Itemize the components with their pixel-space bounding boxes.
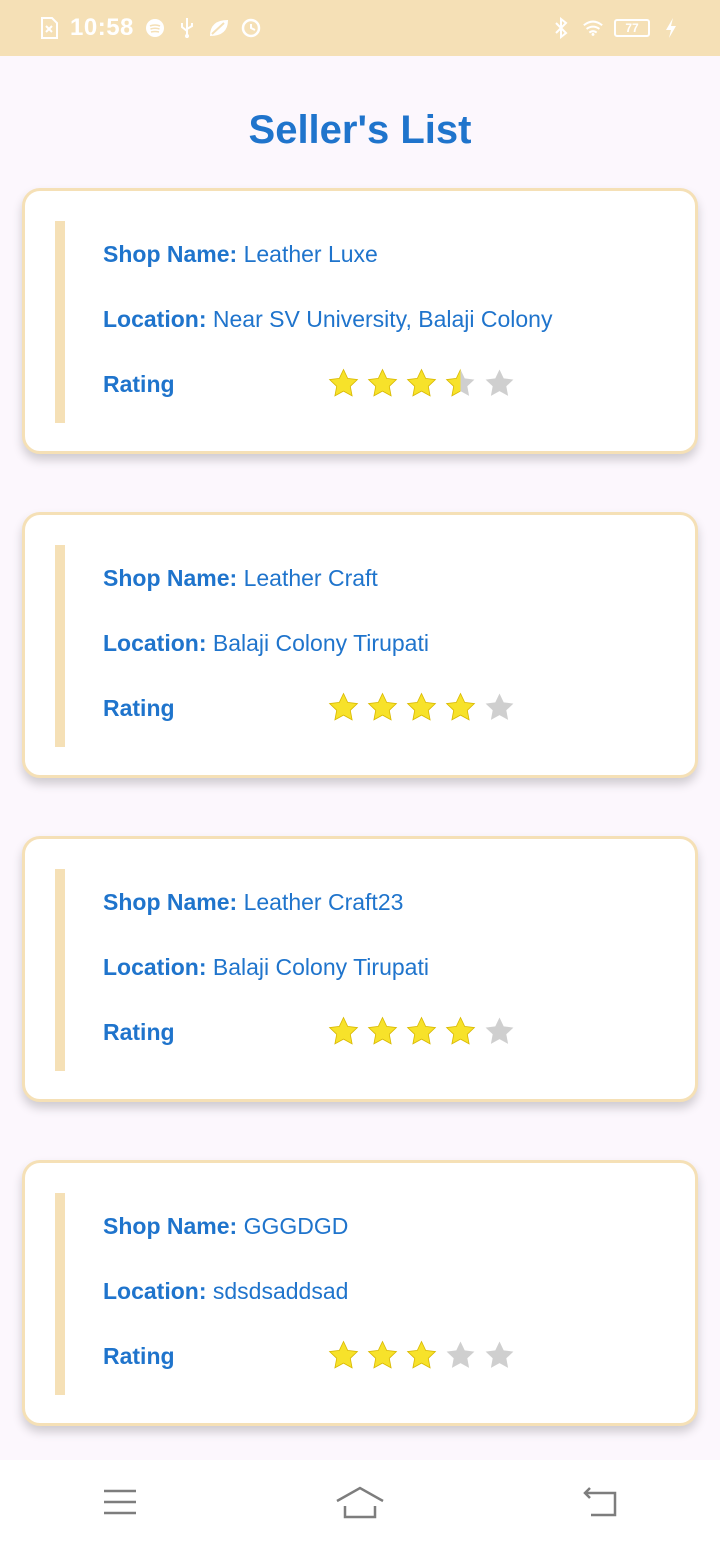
- home-icon: [336, 1486, 384, 1519]
- navigation-bar: [0, 1460, 720, 1544]
- location: Location: sdsdsaddsad: [103, 1278, 348, 1305]
- location-value: sdsdsaddsad: [212, 1278, 349, 1304]
- location-label: Location:: [103, 954, 207, 980]
- shop-name-value: Leather Luxe: [243, 241, 378, 267]
- page-title: Seller's List: [248, 108, 472, 152]
- usb-icon: [176, 17, 198, 39]
- wifi-icon: [582, 17, 604, 39]
- seller-card[interactable]: Shop Name: Leather Craft23 Location: Bala…: [22, 836, 698, 1102]
- no-sim-icon: [38, 17, 60, 39]
- star-icon: [366, 1015, 399, 1048]
- seller-card-content: Shop Name: Leather Luxe Location: Near SV…: [55, 221, 655, 423]
- shop-name: Shop Name: GGGDGD: [103, 1213, 348, 1240]
- shop-name-label: Shop Name:: [103, 1213, 238, 1239]
- menu-button[interactable]: [90, 1477, 150, 1527]
- rating: Rating: [103, 371, 175, 398]
- seller-card[interactable]: Shop Name: Leather Luxe Location: Near SV…: [22, 188, 698, 454]
- shop-name: Shop Name: Leather Luxe: [103, 241, 378, 268]
- charging-icon: [660, 17, 682, 39]
- rating: Rating: [103, 695, 175, 722]
- rating-stars: [327, 691, 516, 724]
- seller-card-content: Shop Name: Leather Craft23 Location: Bala…: [55, 869, 655, 1071]
- star-icon: [327, 1015, 360, 1048]
- location-label: Location:: [103, 1278, 207, 1304]
- star-icon: [405, 1015, 438, 1048]
- star-icon: [483, 1339, 516, 1372]
- star-icon: [444, 691, 477, 724]
- location-label: Location:: [103, 630, 207, 656]
- back-button[interactable]: [570, 1477, 630, 1527]
- star-icon: [483, 691, 516, 724]
- location-value: Balaji Colony Tirupati: [212, 630, 429, 656]
- shop-name: Shop Name: Leather Craft: [103, 565, 378, 592]
- shop-name-value: GGGDGD: [243, 1213, 349, 1239]
- star-icon: [366, 691, 399, 724]
- bluetooth-icon: [550, 17, 572, 39]
- location-label: Location:: [103, 306, 207, 332]
- star-icon: [405, 691, 438, 724]
- shop-name: Shop Name: Leather Craft23: [103, 889, 403, 916]
- rating-label: Rating: [103, 1019, 175, 1045]
- rating-stars: [327, 367, 516, 400]
- location-value: Near SV University, Balaji Colony: [212, 306, 553, 332]
- shop-name-label: Shop Name:: [103, 241, 238, 267]
- star-icon: [327, 691, 360, 724]
- location: Location: Balaji Colony Tirupati: [103, 954, 429, 981]
- status-time: 10:58: [70, 14, 134, 41]
- leaf-icon: [208, 17, 230, 39]
- shop-name-value: Leather Craft23: [243, 889, 404, 915]
- spotify-icon: [144, 17, 166, 39]
- shop-name-label: Shop Name:: [103, 565, 238, 591]
- rating-label: Rating: [103, 371, 175, 397]
- seller-card[interactable]: Shop Name: Leather Craft Location: Balaji…: [22, 512, 698, 778]
- seller-card-content: Shop Name: GGGDGD Location: sdsdsaddsad Ra…: [55, 1193, 655, 1395]
- rating-stars: [327, 1339, 516, 1372]
- status-left: 10:58: [38, 14, 262, 42]
- home-button[interactable]: [330, 1477, 390, 1527]
- menu-icon: [104, 1489, 136, 1515]
- location: Location: Balaji Colony Tirupati: [103, 630, 429, 657]
- back-icon: [583, 1487, 617, 1517]
- battery-icon: 77: [614, 19, 650, 37]
- seller-card-content: Shop Name: Leather Craft Location: Balaji…: [55, 545, 655, 747]
- star-icon: [444, 367, 477, 400]
- rating-label: Rating: [103, 695, 175, 721]
- star-icon: [483, 367, 516, 400]
- shop-name-value: Leather Craft: [243, 565, 378, 591]
- star-icon: [483, 1015, 516, 1048]
- star-icon: [366, 367, 399, 400]
- star-icon: [405, 367, 438, 400]
- rating-stars: [327, 1015, 516, 1048]
- star-icon: [405, 1339, 438, 1372]
- sync-icon: [240, 17, 262, 39]
- location-value: Balaji Colony Tirupati: [212, 954, 429, 980]
- status-bar: 10:58 77: [0, 0, 720, 56]
- star-icon: [444, 1015, 477, 1048]
- star-icon: [444, 1339, 477, 1372]
- rating: Rating: [103, 1343, 175, 1370]
- star-icon: [366, 1339, 399, 1372]
- status-right: 77: [550, 17, 682, 39]
- rating: Rating: [103, 1019, 175, 1046]
- star-icon: [327, 367, 360, 400]
- seller-card[interactable]: Shop Name: GGGDGD Location: sdsdsaddsad Ra…: [22, 1160, 698, 1426]
- rating-label: Rating: [103, 1343, 175, 1369]
- shop-name-label: Shop Name:: [103, 889, 238, 915]
- location: Location: Near SV University, Balaji Col…: [103, 306, 552, 333]
- star-icon: [327, 1339, 360, 1372]
